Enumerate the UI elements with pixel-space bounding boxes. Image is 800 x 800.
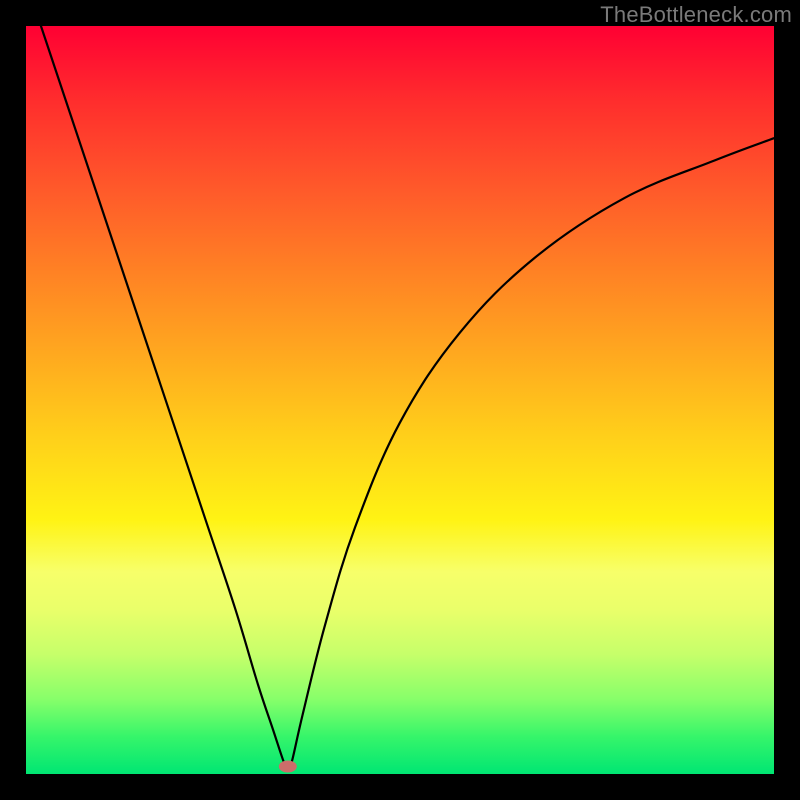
bottleneck-curve (26, 26, 774, 774)
chart-frame: TheBottleneck.com (0, 0, 800, 800)
curve-line (41, 26, 774, 769)
plot-area (26, 26, 774, 774)
min-marker (279, 761, 297, 773)
watermark-text: TheBottleneck.com (600, 2, 792, 28)
